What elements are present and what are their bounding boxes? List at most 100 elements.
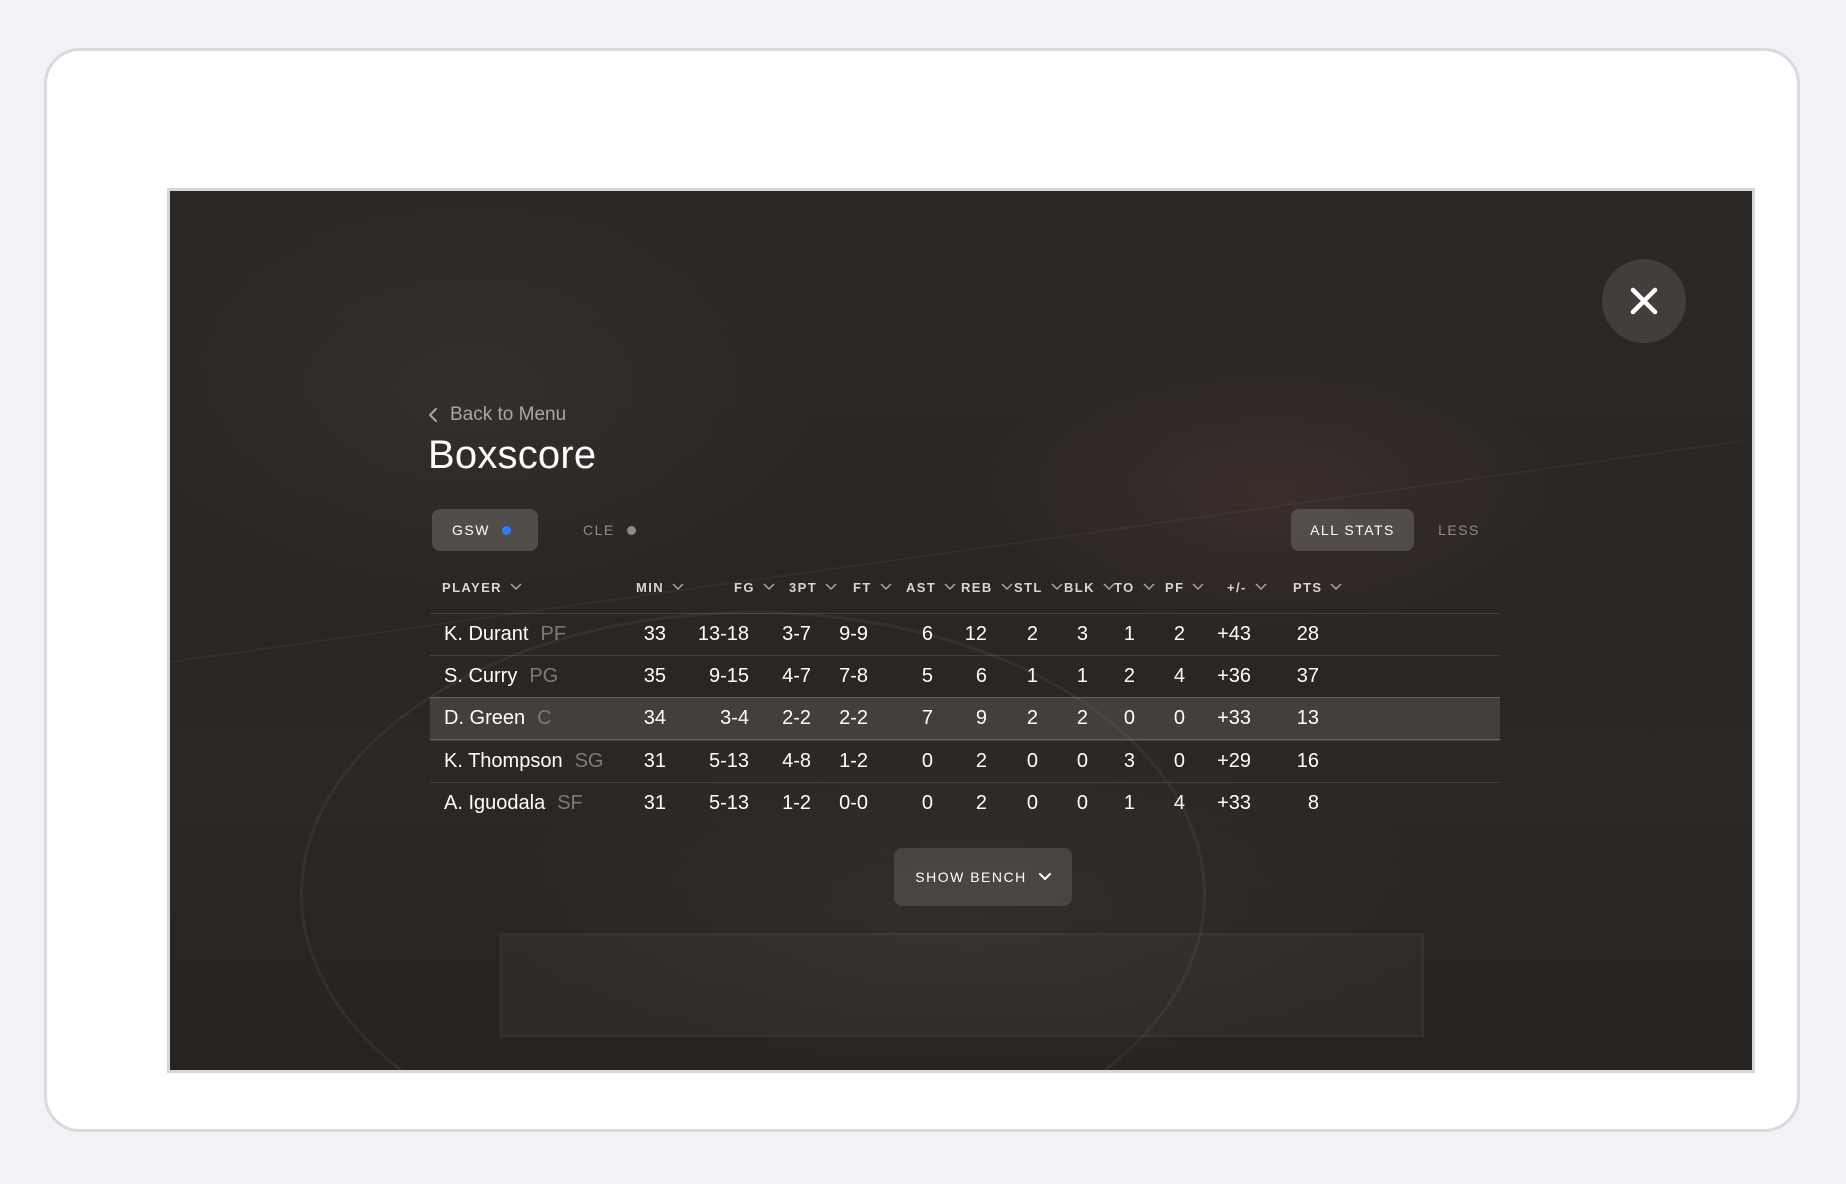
- stat-cell-reb: 12: [964, 623, 987, 645]
- boxscore-table: PLAYER MIN FG 3PT FT AST REB STL BLK TO PF +/- PTS K…: [430, 565, 1500, 820]
- column-header-label: 3PT: [789, 579, 818, 595]
- player-name: K. Durant: [444, 623, 529, 645]
- tv-screen: Back to Menu Boxscore GSW CLE ALL STATS …: [167, 188, 1755, 1073]
- stat-cell-stl: 0: [1026, 750, 1038, 772]
- column-header-ast[interactable]: AST: [906, 565, 956, 609]
- show-bench-button[interactable]: SHOW BENCH: [894, 848, 1072, 906]
- stat-cell-fg: 5-13: [708, 792, 749, 814]
- player-position: PF: [540, 623, 567, 645]
- stat-cell-blk: 0: [1076, 750, 1088, 772]
- stat-cell-to: 0: [1123, 707, 1135, 729]
- page-title: Boxscore: [428, 433, 597, 477]
- less-stats-button[interactable]: LESS: [1424, 509, 1494, 551]
- column-header-label: PTS: [1293, 579, 1323, 595]
- stat-cell-stl: 2: [1026, 623, 1038, 645]
- column-header-player[interactable]: PLAYER: [442, 565, 522, 609]
- chevron-down-icon: [1255, 583, 1267, 591]
- stat-cell-pm: +36: [1217, 665, 1251, 687]
- column-header-blk[interactable]: BLK: [1064, 565, 1115, 609]
- column-header-tpt[interactable]: 3PT: [789, 565, 837, 609]
- column-header-pts[interactable]: PTS: [1293, 565, 1343, 609]
- chevron-down-icon: [1051, 583, 1063, 591]
- stat-cell-pts: 28: [1296, 623, 1319, 645]
- stat-cell-reb: 9: [975, 707, 987, 729]
- stat-cell-pts: 8: [1307, 792, 1319, 814]
- column-header-label: AST: [906, 579, 937, 595]
- table-row[interactable]: D. Green C 34 3-4 2-2 2-2 7 9 2 2 0 0 +33 13: [430, 697, 1500, 740]
- stat-cell-to: 3: [1123, 750, 1135, 772]
- table-row[interactable]: K. Thompson SG 31 5-13 4-8 1-2 0 2 0 0 3 0 +29 16: [430, 740, 1500, 782]
- table-row[interactable]: K. Durant PF 33 13-18 3-7 9-9 6 12 2 3 1 2 +43 28: [430, 613, 1500, 655]
- stat-cell-stl: 0: [1026, 792, 1038, 814]
- column-header-label: BLK: [1064, 579, 1095, 595]
- chevron-down-icon: [1143, 583, 1155, 591]
- column-header-reb[interactable]: REB: [961, 565, 1013, 609]
- column-header-fg[interactable]: FG: [734, 565, 775, 609]
- close-button[interactable]: [1602, 259, 1686, 343]
- stat-cell-reb: 2: [975, 750, 987, 772]
- player-position: SG: [574, 750, 604, 772]
- stat-cell-ft: 7-8: [839, 665, 868, 687]
- chevron-down-icon: [825, 583, 837, 591]
- tab-team-gsw[interactable]: GSW: [432, 509, 538, 551]
- column-header-label: +/-: [1227, 579, 1247, 595]
- column-header-label: FT: [853, 579, 872, 595]
- column-header-label: MIN: [636, 579, 665, 595]
- column-header-to[interactable]: TO: [1114, 565, 1155, 609]
- column-header-label: FG: [734, 579, 755, 595]
- stat-cell-tpt: 4-7: [782, 665, 811, 687]
- player-name: A. Iguodala: [444, 792, 546, 814]
- player-cell: A. Iguodala SF: [444, 783, 583, 824]
- player-cell: K. Durant PF: [444, 614, 566, 655]
- stat-cell-to: 1: [1123, 623, 1135, 645]
- stat-cell-min: 31: [643, 750, 666, 772]
- chevron-down-icon: [1038, 873, 1051, 880]
- column-header-min[interactable]: MIN: [636, 565, 684, 609]
- chevron-left-icon: [429, 408, 437, 422]
- tab-team-label: CLE: [583, 522, 615, 538]
- column-header-label: PF: [1165, 579, 1185, 595]
- chevron-down-icon: [1192, 583, 1204, 591]
- stat-cell-pf: 2: [1173, 623, 1185, 645]
- stat-cell-stl: 2: [1026, 707, 1038, 729]
- stat-cell-ast: 0: [921, 792, 933, 814]
- player-cell: D. Green C: [444, 698, 552, 739]
- device-frame: Back to Menu Boxscore GSW CLE ALL STATS …: [44, 48, 1800, 1132]
- stat-cell-ast: 0: [921, 750, 933, 772]
- all-stats-button[interactable]: ALL STATS: [1291, 509, 1414, 551]
- stat-cell-to: 2: [1123, 665, 1135, 687]
- stat-cell-blk: 1: [1076, 665, 1088, 687]
- stat-cell-min: 31: [643, 792, 666, 814]
- stat-cell-blk: 2: [1076, 707, 1088, 729]
- column-header-pf[interactable]: PF: [1165, 565, 1204, 609]
- stat-cell-tpt: 4-8: [782, 750, 811, 772]
- column-header-label: TO: [1114, 579, 1135, 595]
- table-row[interactable]: A. Iguodala SF 31 5-13 1-2 0-0 0 2 0 0 1 4 +33 8: [430, 782, 1500, 824]
- player-cell: K. Thompson SG: [444, 741, 604, 782]
- stat-cell-min: 34: [643, 707, 666, 729]
- table-body: K. Durant PF 33 13-18 3-7 9-9 6 12 2 3 1 2 +43 28 S. C…: [430, 613, 1500, 824]
- stat-cell-tpt: 1-2: [782, 792, 811, 814]
- column-header-stl[interactable]: STL: [1014, 565, 1063, 609]
- stat-cell-pts: 13: [1296, 707, 1319, 729]
- stat-cell-fg: 3-4: [720, 707, 749, 729]
- column-header-pm[interactable]: +/-: [1227, 565, 1267, 609]
- stat-cell-fg: 13-18: [697, 623, 749, 645]
- show-bench-label: SHOW BENCH: [915, 869, 1027, 885]
- stat-cell-stl: 1: [1026, 665, 1038, 687]
- tab-team-cle[interactable]: CLE: [563, 509, 663, 551]
- stat-cell-pf: 0: [1173, 707, 1185, 729]
- team-status-dot: [626, 525, 636, 535]
- stat-cell-reb: 2: [975, 792, 987, 814]
- table-row[interactable]: S. Curry PG 35 9-15 4-7 7-8 5 6 1 1 2 4 +36 37: [430, 655, 1500, 697]
- player-name: S. Curry: [444, 665, 518, 687]
- stat-cell-ast: 5: [921, 665, 933, 687]
- tab-team-label: GSW: [452, 522, 490, 538]
- column-header-label: REB: [961, 579, 993, 595]
- stat-cell-pts: 37: [1296, 665, 1319, 687]
- stat-cell-ft: 9-9: [839, 623, 868, 645]
- back-to-menu-link[interactable]: Back to Menu: [428, 404, 566, 426]
- chevron-down-icon: [1001, 583, 1013, 591]
- column-header-ft[interactable]: FT: [853, 565, 892, 609]
- stat-cell-pm: +43: [1217, 623, 1251, 645]
